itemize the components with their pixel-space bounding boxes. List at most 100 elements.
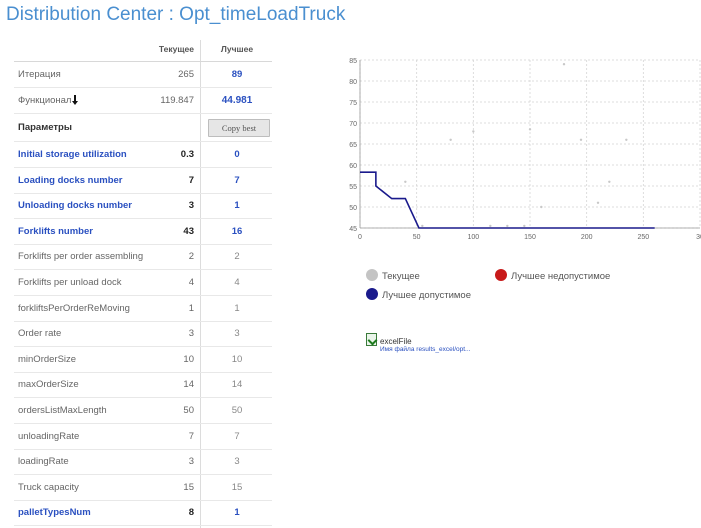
excel-file-path[interactable]: Имя файла results_excel/opt...: [380, 346, 470, 353]
legend-current-label: Текущее: [382, 271, 420, 282]
param-row: minOrderSize 10 10: [14, 347, 272, 373]
x-tick-label: 250: [637, 234, 649, 240]
param-current-value[interactable]: 8: [154, 500, 194, 525]
param-name: Forklifts per unload dock: [18, 277, 122, 288]
param-row: Truck capacity 15 15: [14, 475, 272, 501]
y-tick-label: 50: [349, 205, 357, 212]
current-point: [579, 138, 583, 141]
param-row: Forklifts per unload dock 4 4: [14, 270, 272, 296]
functional-label: Функционал: [18, 95, 72, 106]
param-current-value[interactable]: 2: [154, 244, 194, 269]
param-best-value: 15: [231, 481, 243, 493]
param-name: loadingRate: [18, 456, 69, 468]
excel-file-name: excelFile: [380, 337, 412, 346]
y-tick-label: 75: [349, 100, 357, 107]
param-name: Order rate: [18, 328, 62, 340]
param-name: Loading docks number: [18, 174, 123, 186]
param-current-value[interactable]: 1: [154, 296, 194, 321]
params-label: Параметры: [18, 122, 72, 133]
param-name: maxOrderSize: [18, 379, 79, 391]
current-point: [472, 130, 475, 133]
iteration-current: 265: [178, 69, 194, 80]
current-point: [404, 180, 407, 183]
param-best-value: 1: [234, 507, 240, 519]
sort-down-icon[interactable]: [72, 95, 79, 105]
current-point: [562, 63, 566, 66]
param-current-value[interactable]: 14: [154, 372, 194, 397]
param-current-value[interactable]: 4: [154, 270, 194, 295]
x-tick-label: 50: [413, 234, 421, 240]
param-best-value: 1: [234, 302, 240, 314]
functional-best: 44.981: [221, 95, 253, 106]
param-current-value[interactable]: 3: [154, 193, 194, 218]
param-current-value[interactable]: 7: [154, 168, 194, 193]
param-row: palletTypesNum 8 1: [14, 500, 272, 527]
iteration-best: 89: [231, 69, 243, 80]
copy-best-button[interactable]: Copy best: [208, 119, 270, 137]
params-header-row: Параметры Copy best: [14, 114, 272, 142]
param-best-value: 2: [234, 251, 240, 263]
param-row: Loading docks number 7 7: [14, 168, 272, 194]
y-tick-label: 70: [349, 121, 357, 128]
y-tick-label: 85: [349, 58, 357, 65]
x-tick-label: 200: [581, 234, 593, 240]
param-current-value[interactable]: 7: [154, 424, 194, 449]
iteration-row: Итерация 265 89: [14, 62, 272, 88]
param-row: Order rate 3 3: [14, 321, 272, 348]
optimization-chart: 45 50 55 60 65 70 75 80 85 0 50 100 150 200 250 30: [349, 58, 701, 240]
y-tick-label: 45: [349, 226, 357, 233]
x-tick-label: 0: [358, 234, 362, 240]
param-name: minOrderSize: [18, 353, 77, 365]
x-tick-label: 100: [467, 234, 479, 240]
iteration-label: Итерация: [18, 69, 61, 80]
param-row: Unloading docks number 3 1: [14, 193, 272, 220]
param-row: Forklifts per order assembling 2 2: [14, 244, 272, 271]
param-best-value: 1: [234, 200, 240, 212]
y-tick-label: 60: [349, 163, 357, 170]
param-best-value: 14: [231, 379, 243, 391]
param-name: Unloading docks number: [18, 200, 133, 212]
current-point: [506, 224, 509, 228]
current-point: [449, 138, 452, 141]
param-current-value[interactable]: 15: [154, 475, 194, 500]
param-best-value: 7: [234, 430, 240, 442]
param-current-value[interactable]: 43: [154, 219, 194, 244]
param-current-value[interactable]: 10: [154, 347, 194, 372]
param-row: ordersListMaxLength 50 50: [14, 398, 272, 424]
param-best-value: 0: [234, 149, 240, 160]
param-best-value: 16: [231, 225, 243, 237]
functional-label-wrap: Функционал: [18, 88, 79, 113]
param-name: palletTypesNum: [18, 507, 91, 519]
param-name: Truck capacity: [18, 481, 79, 493]
param-best-value: 50: [231, 405, 243, 416]
current-point: [596, 201, 600, 204]
param-row: Initial storage utilization 0.3 0: [14, 142, 272, 168]
param-best-value: 3: [234, 328, 240, 340]
page-title: Distribution Center : Opt_timeLoadTruck: [6, 4, 346, 25]
functional-row: Функционал 119.847 44.981: [14, 88, 272, 114]
current-point: [421, 224, 424, 228]
header-best: Лучшее: [220, 44, 254, 54]
param-current-value[interactable]: 50: [154, 398, 194, 423]
table-header: Текущее Лучшее: [14, 40, 272, 62]
param-row: loadingRate 3 3: [14, 449, 272, 476]
current-point: [608, 180, 611, 183]
param-name: Forklifts per order assembling: [18, 251, 144, 263]
param-row: unloadingRate 7 7: [14, 424, 272, 450]
y-tick-label: 80: [349, 79, 357, 86]
param-current-value[interactable]: 3: [154, 449, 194, 474]
x-tick-label: 150: [524, 234, 536, 240]
legend-best-feasible-label: Лучшее допустимое: [382, 290, 471, 301]
x-tick-label: 30: [696, 234, 701, 240]
y-tick-label: 65: [349, 142, 357, 149]
param-name: Initial storage utilization: [18, 149, 127, 160]
best-feasible-line: [360, 171, 655, 229]
param-row: Forklifts number 43 16: [14, 219, 272, 245]
param-name: forkliftsPerOrderReMoving: [18, 302, 130, 314]
legend-best-feasible-swatch: [366, 288, 378, 300]
param-current-value[interactable]: 3: [154, 321, 194, 346]
current-point: [523, 224, 526, 228]
param-current-value[interactable]: 0.3: [154, 142, 194, 167]
param-name: unloadingRate: [18, 430, 80, 442]
param-name: Forklifts number: [18, 225, 93, 237]
